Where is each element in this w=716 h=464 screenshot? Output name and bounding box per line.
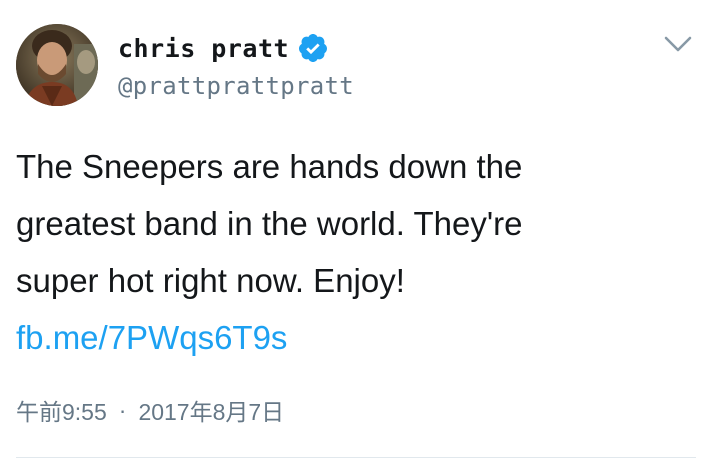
tweet-text-line: super hot right now. Enjoy! (16, 262, 405, 299)
chevron-down-icon[interactable] (662, 30, 694, 58)
tweet-time[interactable]: 午前9:55 (16, 393, 107, 427)
tweet-text: The Sneepers are hands down the greatest… (16, 138, 696, 366)
author-row: chris pratt (118, 28, 329, 68)
tweet-link[interactable]: fb.me/7PWqs6T9s (16, 319, 287, 356)
tweet-text-line: The Sneepers are hands down the (16, 148, 523, 185)
tweet-text-line: greatest band in the world. They're (16, 205, 523, 242)
handle[interactable]: @prattprattpratt (118, 72, 354, 100)
tweet-meta: 午前9:55 · 2017年8月7日 (16, 393, 284, 427)
avatar[interactable] (16, 24, 98, 106)
divider (16, 457, 696, 458)
tweet-date[interactable]: 2017年8月7日 (138, 393, 284, 427)
tweet-card: chris pratt @prattprattpratt The Sneeper… (0, 0, 716, 464)
display-name[interactable]: chris pratt (118, 34, 289, 63)
meta-separator: · (118, 396, 127, 423)
avatar-image (16, 24, 98, 106)
verified-badge-icon (297, 32, 329, 64)
